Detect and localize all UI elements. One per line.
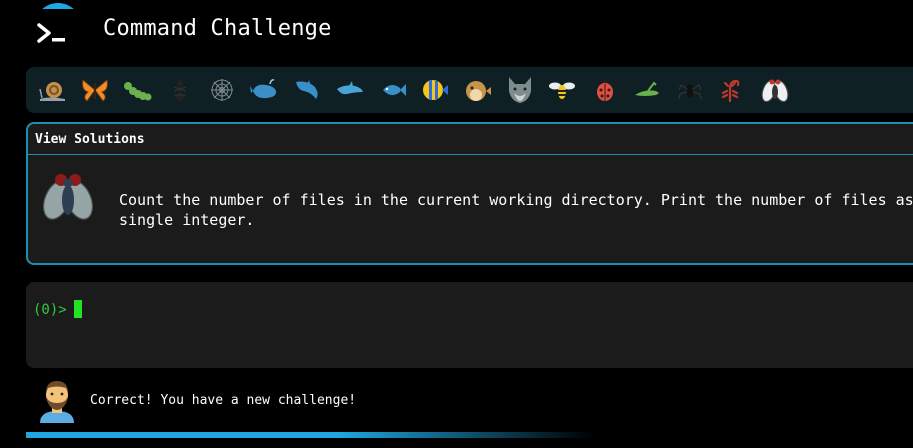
bee-icon[interactable] bbox=[541, 67, 584, 113]
avatar bbox=[40, 381, 74, 423]
scorpion-icon[interactable] bbox=[711, 67, 754, 113]
dolphin-icon[interactable] bbox=[329, 67, 372, 113]
fly-icon bbox=[42, 174, 94, 220]
app-title: Command Challenge bbox=[103, 16, 332, 41]
progress-bar-fill bbox=[26, 432, 594, 438]
challenge-panel-header: View Solutions bbox=[28, 124, 913, 155]
whale-icon[interactable] bbox=[244, 67, 287, 113]
cricket-icon[interactable] bbox=[626, 67, 669, 113]
wolf-icon[interactable] bbox=[499, 67, 542, 113]
tropical-fish-icon[interactable] bbox=[414, 67, 457, 113]
terminal-prompt: (0)> bbox=[33, 302, 67, 318]
spiderweb-icon[interactable] bbox=[201, 67, 244, 113]
spider-icon[interactable] bbox=[669, 67, 712, 113]
view-solutions-link[interactable]: View Solutions bbox=[35, 132, 145, 147]
fish-icon[interactable] bbox=[371, 67, 414, 113]
snail-icon[interactable] bbox=[31, 67, 74, 113]
status-message: Correct! You have a new challenge! bbox=[90, 393, 357, 408]
ant-icon[interactable] bbox=[159, 67, 202, 113]
caterpillar-icon[interactable] bbox=[116, 67, 159, 113]
ladybug-icon[interactable] bbox=[584, 67, 627, 113]
challenge-description: Count the number of files in the current… bbox=[119, 191, 913, 229]
progress-bar bbox=[26, 432, 913, 438]
butterfly-icon[interactable] bbox=[74, 67, 117, 113]
terminal-logo-icon bbox=[37, 23, 65, 43]
challenge-panel: View Solutions Count the number of files… bbox=[26, 122, 913, 265]
fly-icon[interactable] bbox=[754, 67, 797, 113]
dolphin-spouting-icon[interactable] bbox=[286, 67, 329, 113]
blowfish-icon[interactable] bbox=[456, 67, 499, 113]
terminal-cursor bbox=[74, 300, 82, 318]
challenge-icon-bar bbox=[26, 67, 913, 113]
terminal-input[interactable]: (0)> bbox=[26, 282, 913, 368]
